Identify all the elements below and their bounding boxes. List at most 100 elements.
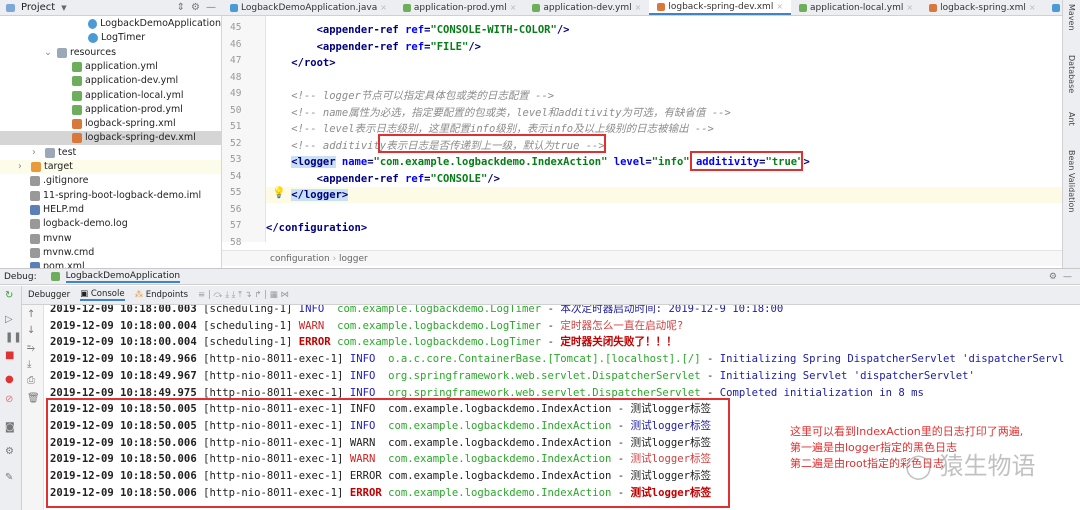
log-logger: com.example.logbackdemo.LogTimer	[337, 319, 542, 332]
tool-window-bean-validation[interactable]: Bean Validation	[1067, 150, 1076, 212]
editor-tab[interactable]: application-prod.yml ×	[395, 0, 525, 15]
debug-side-toolbar: ↻ ▷ ❚❚ ■ ● ⊘ ◙ ⚙ ✎	[0, 286, 22, 510]
tree-item[interactable]: › target	[0, 160, 221, 174]
tree-item[interactable]: application-prod.yml	[0, 103, 221, 117]
code-editor[interactable]: <appender-ref ref="CONSOLE-WITH-COLOR"/>…	[266, 16, 1062, 242]
rerun-icon[interactable]: ↻	[5, 290, 13, 301]
collapse-icon[interactable]: ⇕	[177, 2, 185, 13]
code-token: />	[468, 40, 481, 53]
tree-item-label: mvnw	[43, 232, 72, 244]
tree-item[interactable]: application-dev.yml	[0, 74, 221, 88]
tree-item-label: target	[44, 161, 73, 172]
chevron-icon[interactable]: ›	[32, 146, 42, 160]
resume-icon[interactable]: ▷	[5, 314, 13, 325]
line-number: 57	[230, 220, 242, 231]
log-sep: -	[707, 386, 714, 399]
step-over-icon[interactable]: ≡ | ⤼ ⤓ ⤓ ⤒ ↴ ↱ | ▦ ⋈	[198, 290, 289, 300]
tree-item[interactable]: LogbackDemoApplication	[0, 17, 221, 31]
editor-tab[interactable]: IndexAction.java×	[1044, 0, 1062, 15]
soft-wrap-icon[interactable]: ⥱	[27, 343, 35, 354]
tree-item[interactable]: logback-spring-dev.xml	[0, 131, 221, 146]
down-arrow-icon[interactable]: ↓	[27, 325, 35, 336]
mute-breakpoints-icon[interactable]: ⊘	[5, 394, 13, 405]
trash-icon[interactable]: 🗑	[27, 393, 40, 404]
tree-item[interactable]: 11-spring-boot-logback-demo.iml	[0, 189, 221, 203]
breadcrumb-item[interactable]: configuration	[270, 254, 330, 264]
project-icon	[6, 3, 15, 12]
editor-tab[interactable]: LogbackDemoApplication.java ×	[222, 0, 395, 15]
close-icon[interactable]: ×	[1029, 0, 1036, 15]
tree-item[interactable]: mvnw.cmd	[0, 246, 221, 260]
lightbulb-icon[interactable]: 💡	[272, 186, 286, 199]
log-level: INFO	[349, 369, 382, 382]
tree-item[interactable]: pom.xml	[0, 260, 221, 268]
tab-endpoints[interactable]: ⁂ Endpoints	[135, 290, 188, 300]
tree-item-label: logback-spring.xml	[85, 118, 176, 130]
log-message: Initializing Servlet 'dispatcherServlet'	[719, 369, 975, 382]
run-config-tab[interactable]: LogbackDemoApplication	[65, 271, 181, 283]
up-arrow-icon[interactable]: ↑	[27, 309, 35, 320]
console-line: 2019-12-09 10:18:00.004 [scheduling-1] E…	[50, 334, 677, 351]
file-icon	[1051, 3, 1060, 12]
line-number: 48	[230, 71, 242, 83]
camera-icon[interactable]: ◙	[5, 422, 15, 433]
tree-item[interactable]: .gitignore	[0, 174, 221, 188]
tool-window-database[interactable]: Database	[1067, 55, 1076, 93]
log-logger: com.example.logbackdemo.LogTimer	[337, 336, 542, 349]
file-icon	[30, 233, 40, 244]
pin-icon[interactable]: ✎	[5, 472, 13, 483]
close-icon[interactable]: ×	[380, 0, 387, 15]
chevron-icon[interactable]: ›	[18, 160, 28, 174]
tree-item[interactable]: ⌄ resources	[0, 46, 221, 60]
line-number: 50	[230, 104, 242, 116]
settings-icon[interactable]: ⚙	[5, 446, 14, 457]
gear-icon[interactable]: ⚙	[1049, 272, 1057, 282]
annotation-line: 这里可以看到IndexAction里的日志打印了两遍,	[790, 425, 1024, 438]
close-icon[interactable]: ×	[776, 0, 783, 15]
tab-debugger[interactable]: Debugger	[28, 290, 70, 300]
close-icon[interactable]: ×	[510, 0, 517, 15]
file-icon	[30, 176, 40, 187]
code-token: <!-- name属性为必选，指定要配置的包或类，level和additivit…	[291, 106, 731, 119]
line-number: 54	[230, 170, 242, 182]
minimize-icon[interactable]: —	[1063, 272, 1080, 282]
editor-tab[interactable]: logback-spring.xml ×	[921, 0, 1044, 15]
code-token: <appender-ref	[316, 172, 406, 185]
gear-icon[interactable]: ⚙	[191, 2, 200, 13]
tree-item[interactable]: application.yml	[0, 60, 221, 74]
code-token: ref	[405, 172, 425, 185]
breadcrumb-item[interactable]: logger	[339, 254, 368, 264]
tab-console[interactable]: ▣ Console	[80, 289, 125, 301]
tree-item[interactable]: application-local.yml	[0, 89, 221, 103]
chevron-icon[interactable]: ⌄	[44, 46, 54, 60]
editor-tab[interactable]: application-dev.yml ×	[524, 0, 649, 15]
editor-tab[interactable]: application-local.yml ×	[791, 0, 921, 15]
close-icon[interactable]: ×	[906, 0, 913, 15]
minimize-icon[interactable]: —	[206, 2, 222, 13]
yml-icon	[72, 61, 82, 72]
tool-window-ant[interactable]: Ant	[1067, 112, 1076, 126]
tree-item[interactable]: HELP.md	[0, 203, 221, 217]
scroll-to-end-icon[interactable]: ⤓	[27, 359, 31, 370]
log-thread: [http-nio-8011-exec-1]	[203, 386, 344, 399]
tree-item[interactable]: logback-spring.xml	[0, 117, 221, 131]
tree-item[interactable]: › test	[0, 146, 221, 160]
close-icon[interactable]: ×	[635, 0, 642, 15]
log-sep: -	[707, 353, 714, 366]
editor-tab[interactable]: logback-spring-dev.xml ×	[649, 0, 792, 15]
tool-window-maven[interactable]: Maven	[1067, 4, 1076, 31]
chevron-down-icon[interactable]: ▼	[61, 4, 66, 12]
project-view-selector[interactable]: Project	[21, 2, 55, 13]
tree-item[interactable]: mvnw	[0, 232, 221, 246]
breakpoints-icon[interactable]: ●	[5, 374, 14, 385]
code-token: </configuration>	[266, 222, 368, 234]
console-line: 2019-12-09 10:18:00.004 [scheduling-1] W…	[50, 318, 683, 335]
log-timestamp: 2019-12-09 10:18:00.004	[50, 336, 197, 349]
stop-icon[interactable]: ■	[5, 350, 14, 361]
tree-item[interactable]: logback-demo.log	[0, 217, 221, 231]
tree-item[interactable]: LogTimer	[0, 31, 221, 45]
print-icon[interactable]: ⎙	[27, 375, 35, 386]
pause-icon[interactable]: ❚❚	[5, 332, 22, 343]
